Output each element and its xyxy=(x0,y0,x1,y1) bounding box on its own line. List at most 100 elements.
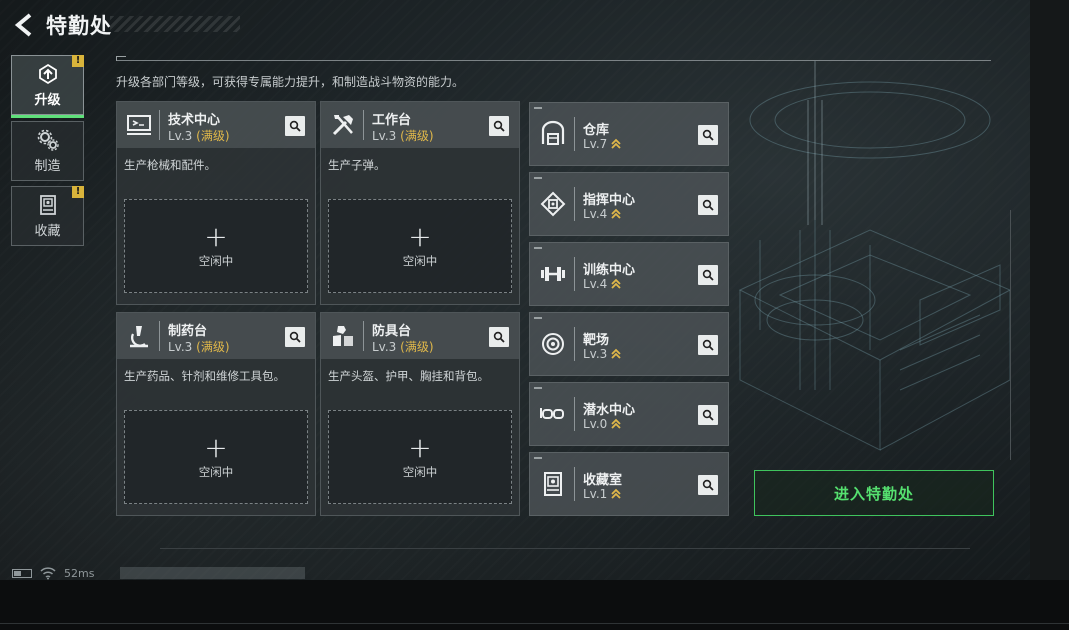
card-description: 生产枪械和配件。 xyxy=(124,158,216,172)
max-level-note: (满级) xyxy=(196,129,230,143)
slot-status: 空闲中 xyxy=(402,254,438,268)
workstation-card-pharmacy[interactable]: 制药台 Lv.3 (满级) 生产药品、针剂和维修工具包。 + 空闲中 xyxy=(116,312,316,516)
facility-card-shooting-range[interactable]: 靶场 Lv.3 xyxy=(529,312,729,376)
facility-name: 潜水中心 xyxy=(583,403,636,418)
search-icon xyxy=(702,199,714,211)
search-button[interactable] xyxy=(285,327,305,347)
divider-cap xyxy=(116,56,126,61)
search-button[interactable] xyxy=(698,125,718,145)
frame-line xyxy=(160,548,970,549)
upgrade-arrow-icon xyxy=(611,138,621,149)
alert-badge: ! xyxy=(72,55,84,67)
facility-level: Lv.3 xyxy=(583,347,621,361)
facility-card-command-center[interactable]: 指挥中心 Lv.4 xyxy=(529,172,729,236)
facility-card-warehouse[interactable]: 仓库 Lv.7 xyxy=(529,102,729,166)
search-button[interactable] xyxy=(698,475,718,495)
facility-name: 指挥中心 xyxy=(583,193,636,208)
page-description: 升级各部门等级，可获得专属能力提升，和制造战斗物资的能力。 xyxy=(116,75,465,89)
card-name: 制药台 xyxy=(168,324,208,339)
enter-special-ops-button[interactable]: 进入特勤处 xyxy=(754,470,994,516)
display-case-icon xyxy=(544,472,562,496)
craft-slot[interactable]: + 空闲中 xyxy=(328,199,512,293)
facility-card-training-center[interactable]: 训练中心 Lv.4 xyxy=(529,242,729,306)
upgrade-arrow-icon xyxy=(611,488,621,499)
card-header: 防具台 Lv.3 (满级) xyxy=(321,313,519,359)
level-value: Lv.4 xyxy=(583,207,608,221)
chip-icon xyxy=(540,191,566,217)
craft-slot[interactable]: + 空闲中 xyxy=(328,410,512,504)
facility-level: Lv.4 xyxy=(583,277,621,291)
upgrade-arrow-icon xyxy=(611,418,621,429)
card-name: 工作台 xyxy=(372,113,412,128)
search-button[interactable] xyxy=(285,116,305,136)
search-icon xyxy=(702,409,714,421)
side-strip xyxy=(1030,0,1069,580)
separator xyxy=(159,321,160,351)
frame-line xyxy=(1010,210,1011,460)
card-name: 防具台 xyxy=(372,324,412,339)
bottom-divider xyxy=(0,623,1069,624)
facility-card-diving-center[interactable]: 潜水中心 Lv.0 xyxy=(529,382,729,446)
facility-level: Lv.1 xyxy=(583,487,621,501)
search-icon xyxy=(493,120,505,132)
search-button[interactable] xyxy=(698,335,718,355)
enter-button-label: 进入特勤处 xyxy=(833,484,914,503)
card-header: 工作台 Lv.3 (满级) xyxy=(321,102,519,148)
facility-card-collection-room[interactable]: 收藏室 Lv.1 xyxy=(529,452,729,516)
card-level: Lv.3 (满级) xyxy=(372,338,434,355)
page-title: 特勤处 xyxy=(46,14,112,38)
max-level-note: (满级) xyxy=(400,129,434,143)
search-icon xyxy=(493,331,505,343)
craft-slot[interactable]: + 空闲中 xyxy=(124,199,308,293)
facility-name: 训练中心 xyxy=(583,263,636,278)
level-value: Lv.3 xyxy=(168,129,193,143)
search-button[interactable] xyxy=(698,265,718,285)
tools-icon xyxy=(332,115,353,136)
divider xyxy=(116,60,991,61)
card-level: Lv.3 (满级) xyxy=(168,127,230,144)
slot-status: 空闲中 xyxy=(402,465,438,479)
separator xyxy=(574,397,575,431)
search-button[interactable] xyxy=(698,195,718,215)
dumbbell-icon xyxy=(541,267,565,281)
plus-icon: + xyxy=(408,220,432,253)
search-icon xyxy=(289,331,301,343)
search-icon xyxy=(289,120,301,132)
craft-slot[interactable]: + 空闲中 xyxy=(124,410,308,504)
card-description: 生产药品、针剂和维修工具包。 xyxy=(124,369,285,383)
search-button[interactable] xyxy=(698,405,718,425)
separator xyxy=(574,117,575,151)
separator xyxy=(159,110,160,140)
card-name: 技术中心 xyxy=(168,113,221,128)
tab-label: 升级 xyxy=(34,93,61,108)
gear-icon xyxy=(37,129,59,151)
computer-icon xyxy=(127,115,151,135)
card-description: 生产子弹。 xyxy=(328,158,386,172)
warehouse-icon xyxy=(541,120,565,145)
plus-icon: + xyxy=(204,220,228,253)
battery-icon xyxy=(12,569,32,578)
workstation-card-workbench[interactable]: 工作台 Lv.3 (满级) 生产子弹。 + 空闲中 xyxy=(320,101,520,305)
game-screen: 特勤处 升级 ! 制造 收藏 ! 升级各部门等级，可获得专属能力提升，和制造战斗… xyxy=(0,0,1030,580)
ping-readout: 52ms xyxy=(64,567,95,580)
alert-badge: ! xyxy=(72,186,84,198)
tab-upgrade[interactable]: 升级 ! xyxy=(11,55,84,118)
back-arrow-icon[interactable] xyxy=(12,12,36,38)
upgrade-icon xyxy=(38,63,57,85)
level-value: Lv.3 xyxy=(583,347,608,361)
facility-name: 收藏室 xyxy=(583,473,623,488)
slot-status: 空闲中 xyxy=(198,254,234,268)
upgrade-arrow-icon xyxy=(611,208,621,219)
workstation-card-tech-center[interactable]: 技术中心 Lv.3 (满级) 生产枪械和配件。 + 空闲中 xyxy=(116,101,316,305)
search-button[interactable] xyxy=(489,327,509,347)
workstation-card-armor-bench[interactable]: 防具台 Lv.3 (满级) 生产头盔、护甲、胸挂和背包。 + 空闲中 xyxy=(320,312,520,516)
target-icon xyxy=(542,333,564,355)
search-button[interactable] xyxy=(489,116,509,136)
search-icon xyxy=(702,339,714,351)
card-level: Lv.3 (满级) xyxy=(372,127,434,144)
level-value: Lv.7 xyxy=(583,137,608,151)
plus-icon: + xyxy=(408,431,432,464)
card-description: 生产头盔、护甲、胸挂和背包。 xyxy=(328,369,489,383)
tab-collection[interactable]: 收藏 ! xyxy=(11,186,84,246)
tab-craft[interactable]: 制造 xyxy=(11,121,84,181)
